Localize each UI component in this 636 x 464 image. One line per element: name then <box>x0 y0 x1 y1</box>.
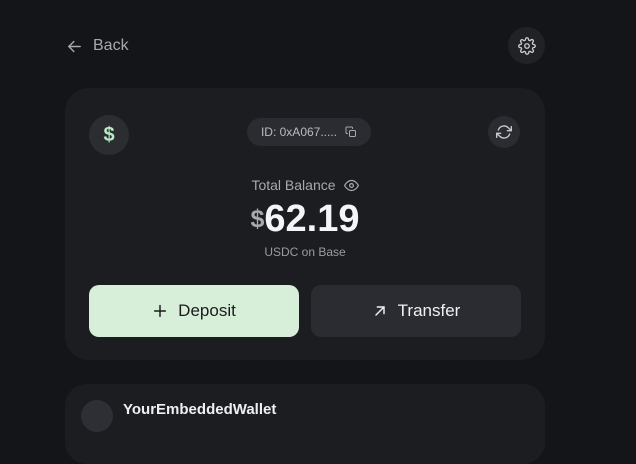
refresh-icon <box>496 125 512 139</box>
wallet-card[interactable]: YourEmbeddedWallet <box>65 384 545 464</box>
plus-icon <box>154 304 167 318</box>
deposit-button[interactable]: Deposit <box>89 285 299 337</box>
arrow-left-icon <box>68 40 81 52</box>
total-balance-label: Total Balance <box>65 177 545 193</box>
wallet-name: YourEmbeddedWallet <box>123 401 277 418</box>
balance-caption: USDC on Base <box>264 245 346 259</box>
settings-button[interactable] <box>508 27 545 64</box>
arrow-up-right-icon <box>374 306 385 316</box>
currency-badge: $ <box>89 115 129 155</box>
transfer-label: Transfer <box>397 301 461 320</box>
balance-card: $ ID: 0xA067..... Total Balance $62.19 U… <box>65 88 545 360</box>
total-balance-text: Total Balance <box>251 177 336 193</box>
back-button[interactable]: Back <box>66 34 129 58</box>
refresh-button[interactable] <box>488 116 520 148</box>
gear-icon <box>517 36 536 55</box>
transfer-button[interactable]: Transfer <box>311 285 521 337</box>
eye-icon[interactable] <box>343 178 359 193</box>
deposit-label: Deposit <box>178 301 236 320</box>
wallet-avatar <box>81 400 113 432</box>
wallet-id-text: ID: 0xA067..... <box>260 125 338 139</box>
balance-value: 62.19 <box>264 198 360 240</box>
back-label: Back <box>93 37 129 54</box>
balance-currency-symbol: $ <box>250 205 265 233</box>
balance-amount: $62.19 <box>65 198 545 241</box>
copy-icon[interactable] <box>345 126 357 138</box>
wallet-id-pill[interactable]: ID: 0xA067..... <box>247 118 371 146</box>
